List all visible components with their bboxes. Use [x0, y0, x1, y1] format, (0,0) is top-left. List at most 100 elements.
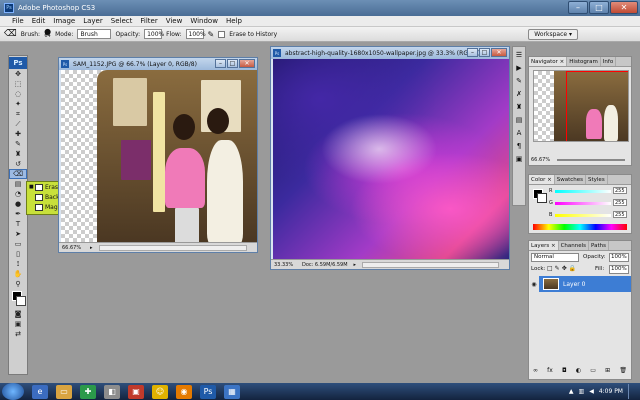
messenger-icon[interactable]: ✚: [80, 384, 96, 399]
healing-brush-icon[interactable]: ✚: [9, 129, 27, 139]
maximize-button[interactable]: □: [589, 1, 609, 14]
channel-b-slider[interactable]: [555, 214, 611, 217]
minimize-button[interactable]: –: [568, 1, 588, 14]
notes-tool-icon[interactable]: ▯: [9, 249, 27, 259]
layer-name[interactable]: Layer 0: [563, 281, 585, 288]
type-tool-icon[interactable]: T: [9, 219, 27, 229]
tool-presets-icon[interactable]: ✎: [513, 75, 525, 86]
brushes-panel-icon[interactable]: ✗: [513, 88, 525, 99]
character-panel-icon[interactable]: A: [513, 127, 525, 138]
lasso-tool-icon[interactable]: ◌: [9, 89, 27, 99]
zoom-readout[interactable]: 66.67%: [62, 245, 84, 251]
document-titlebar[interactable]: Ps abstract-high-quality-1680x1050-wallp…: [271, 47, 509, 59]
clock[interactable]: 4:09 PM: [599, 388, 623, 395]
fill-field[interactable]: 100%: [609, 265, 629, 274]
tab-color[interactable]: Color ×: [529, 175, 555, 184]
eraser-tool-icon[interactable]: ⌫: [9, 169, 27, 179]
paint-icon[interactable]: ▦: [224, 384, 240, 399]
clone-source-icon[interactable]: ♜: [513, 101, 525, 112]
close-button[interactable]: ✕: [610, 1, 638, 14]
horizontal-scrollbar[interactable]: [98, 244, 247, 251]
tab-histogram[interactable]: Histogram: [567, 57, 601, 66]
bg-color-swatch[interactable]: [537, 193, 547, 203]
tab-styles[interactable]: Styles: [586, 175, 608, 184]
delete-layer-icon[interactable]: 🗑: [619, 367, 627, 375]
status-arrow-icon[interactable]: ▸: [90, 245, 93, 251]
wallpaper-canvas[interactable]: [273, 59, 509, 259]
shape-tool-icon[interactable]: ▭: [9, 239, 27, 249]
photoshop-taskbar-icon[interactable]: Ps: [200, 384, 216, 399]
tray-arrow-icon[interactable]: ▲: [569, 388, 574, 395]
horizontal-scrollbar[interactable]: [362, 261, 499, 268]
blend-mode-select[interactable]: Normal: [531, 253, 579, 262]
adjustment-layer-icon[interactable]: ◐: [576, 367, 581, 375]
start-button[interactable]: [2, 383, 24, 400]
imageready-icon[interactable]: ⇄: [9, 329, 27, 339]
channel-r-slider[interactable]: [555, 190, 611, 193]
airbrush-icon[interactable]: ✎: [208, 30, 215, 39]
gradient-tool-icon[interactable]: ▤: [9, 179, 27, 189]
new-group-icon[interactable]: ▭: [590, 367, 596, 375]
workspace-button[interactable]: Workspace ▾: [528, 29, 578, 40]
blur-tool-icon[interactable]: ◔: [9, 189, 27, 199]
menu-file[interactable]: File: [8, 17, 28, 25]
brush-preset-picker[interactable]: ● 64: [44, 28, 51, 39]
layer-mask-icon[interactable]: ◘: [562, 367, 567, 375]
clone-stamp-icon[interactable]: ♜: [9, 149, 27, 159]
navigator-zoom-slider[interactable]: [557, 159, 625, 161]
menu-layer[interactable]: Layer: [79, 17, 107, 25]
visibility-eye-icon[interactable]: ◉: [529, 276, 539, 292]
layer-style-icon[interactable]: fx: [547, 367, 553, 375]
menu-window[interactable]: Window: [186, 17, 222, 25]
doc-maximize-button[interactable]: □: [479, 48, 490, 57]
doc-close-button[interactable]: ✕: [239, 59, 255, 68]
color-swatches[interactable]: [9, 289, 27, 309]
layer-row[interactable]: ◉ Layer 0: [529, 276, 631, 292]
network-icon[interactable]: ▥: [579, 388, 585, 395]
menu-select[interactable]: Select: [107, 17, 137, 25]
history-brush-icon[interactable]: ↺: [9, 159, 27, 169]
volume-icon[interactable]: ◀: [589, 388, 594, 395]
menu-help[interactable]: Help: [222, 17, 246, 25]
color-ramp[interactable]: [533, 224, 627, 230]
tab-info[interactable]: Info: [601, 57, 617, 66]
actions-panel-icon[interactable]: ▶: [513, 62, 525, 73]
hand-tool-icon[interactable]: ✋: [9, 269, 27, 279]
background-color[interactable]: [16, 296, 26, 306]
show-desktop-button[interactable]: [628, 384, 636, 399]
move-tool-icon[interactable]: ✥: [9, 69, 27, 79]
tab-navigator[interactable]: Navigator ×: [529, 57, 568, 66]
doc-minimize-button[interactable]: –: [467, 48, 478, 57]
crop-tool-icon[interactable]: ⌗: [9, 109, 27, 119]
explorer-icon[interactable]: ◧: [104, 384, 120, 399]
paragraph-panel-icon[interactable]: ¶: [513, 140, 525, 151]
doc-close-button[interactable]: ✕: [491, 48, 507, 57]
document-titlebar[interactable]: Ps SAM_1152.JPG @ 66.7% (Layer 0, RGB/8)…: [59, 58, 257, 70]
flow-field[interactable]: 100%: [185, 29, 206, 39]
menu-filter[interactable]: Filter: [136, 17, 161, 25]
layer-opacity-field[interactable]: 100%: [609, 253, 629, 262]
magic-wand-icon[interactable]: ✦: [9, 99, 27, 109]
menu-edit[interactable]: Edit: [28, 17, 50, 25]
dodge-tool-icon[interactable]: ●: [9, 199, 27, 209]
photo-canvas[interactable]: [61, 70, 257, 244]
doc-minimize-button[interactable]: –: [215, 59, 226, 68]
pen-tool-icon[interactable]: ✒: [9, 209, 27, 219]
menu-image[interactable]: Image: [49, 17, 79, 25]
tab-paths[interactable]: Paths: [589, 241, 609, 250]
path-select-icon[interactable]: ➤: [9, 229, 27, 239]
navigator-thumbnail[interactable]: [533, 70, 629, 142]
mode-select[interactable]: Brush: [77, 29, 112, 39]
zoom-tool-icon[interactable]: ⚲: [9, 279, 27, 289]
opacity-field[interactable]: 100%: [144, 29, 164, 39]
navigator-view-box[interactable]: [566, 71, 628, 141]
media-icon[interactable]: ▣: [128, 384, 144, 399]
erase-history-checkbox[interactable]: [218, 30, 226, 38]
menu-view[interactable]: View: [162, 17, 187, 25]
emoticon-icon[interactable]: ☺: [152, 384, 168, 399]
history-panel-icon[interactable]: ☰: [513, 49, 525, 60]
slice-tool-icon[interactable]: ⟋: [9, 119, 27, 129]
new-layer-icon[interactable]: ⊞: [605, 367, 610, 375]
channel-r-value[interactable]: 255: [613, 187, 627, 194]
brush-tool-icon[interactable]: ✎: [9, 139, 27, 149]
